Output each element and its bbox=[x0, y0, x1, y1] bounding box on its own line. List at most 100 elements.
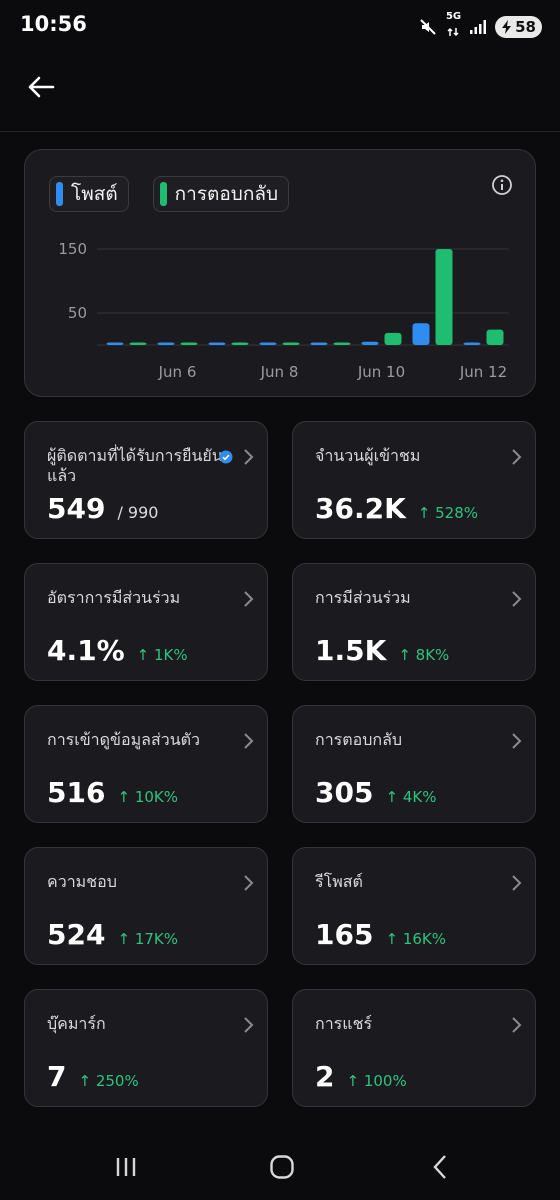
up-arrow-icon: ↑ bbox=[346, 1072, 360, 1090]
verified-badge-icon bbox=[219, 450, 233, 464]
up-arrow-icon: ↑ bbox=[385, 788, 399, 806]
stat-value-row: 516 ↑ 10K% bbox=[47, 776, 178, 809]
stat-value-row: 7 ↑ 250% bbox=[47, 1060, 139, 1093]
chevron-right-icon bbox=[244, 449, 254, 465]
chart-card: 150 50 Jun 6 Jun 8 Jun 10 Jun 12 โพสต์ การตอบ… bbox=[24, 149, 536, 397]
stat-value: 7 bbox=[47, 1060, 67, 1093]
stat-card-engagement-rate[interactable]: อัตราการมีส่วนร่วม 4.1% ↑ 1K% bbox=[24, 563, 268, 681]
bar-posts bbox=[310, 342, 328, 345]
up-arrow-icon: ↑ bbox=[117, 788, 131, 806]
stat-card-viewers[interactable]: จำนวนผู้เข้าชม 36.2K ↑ 528% bbox=[292, 421, 536, 539]
home-button[interactable] bbox=[262, 1150, 302, 1184]
stat-value: 524 bbox=[47, 918, 106, 951]
bar-posts bbox=[259, 342, 277, 345]
stat-label: รีโพสต์ bbox=[315, 872, 363, 891]
recents-button[interactable] bbox=[106, 1150, 146, 1184]
mute-icon bbox=[420, 18, 436, 35]
network-label: 5G bbox=[445, 11, 462, 22]
bar-replies bbox=[129, 342, 147, 345]
stat-value-row: 36.2K ↑ 528% bbox=[315, 492, 478, 525]
system-back-button[interactable] bbox=[420, 1150, 460, 1184]
network-indicator: 5G bbox=[446, 12, 461, 41]
chevron-right-icon bbox=[512, 1017, 522, 1033]
stat-value: 305 bbox=[315, 776, 374, 809]
x-tick-label: Jun 6 bbox=[158, 363, 197, 381]
stat-value-row: 524 ↑ 17K% bbox=[47, 918, 178, 951]
stat-value: 36.2K bbox=[315, 492, 406, 525]
stat-card-engagement[interactable]: การมีส่วนร่วม 1.5K ↑ 8K% bbox=[292, 563, 536, 681]
battery-level: 58 bbox=[515, 17, 536, 36]
bar-posts bbox=[208, 342, 226, 345]
stat-label: การมีส่วนร่วม bbox=[315, 588, 411, 607]
bar-posts bbox=[463, 342, 481, 345]
chevron-right-icon bbox=[512, 449, 522, 465]
up-arrow-icon: ↑ bbox=[417, 504, 431, 522]
up-arrow-icon: ↑ bbox=[398, 646, 411, 664]
stat-card-verified-followers[interactable]: ผู้ติดตามที่ได้รับการยืนยันแล้ว 549 / 99… bbox=[24, 421, 268, 539]
bar-replies bbox=[435, 249, 453, 345]
stat-change: ↑ 4K% bbox=[385, 788, 437, 806]
status-bar: 10:56 5G 58 bbox=[0, 0, 560, 50]
home-icon bbox=[270, 1155, 294, 1179]
chevron-right-icon bbox=[244, 733, 254, 749]
stat-label: อัตราการมีส่วนร่วม bbox=[47, 588, 181, 607]
legend-replies[interactable]: การตอบกลับ bbox=[152, 176, 290, 212]
stat-label: การแชร์ bbox=[315, 1014, 373, 1033]
arrow-left-icon bbox=[28, 76, 55, 98]
stat-card-reposts[interactable]: รีโพสต์ 165 ↑ 16K% bbox=[292, 847, 536, 965]
legend-swatch-replies bbox=[159, 182, 167, 206]
stat-card-likes[interactable]: ความชอบ 524 ↑ 17K% bbox=[24, 847, 268, 965]
charging-icon bbox=[502, 19, 512, 34]
stat-card-profile-views[interactable]: การเข้าดูข้อมูลส่วนตัว 516 ↑ 10K% bbox=[24, 705, 268, 823]
chevron-right-icon bbox=[244, 875, 254, 891]
stat-label: จำนวนผู้เข้าชม bbox=[315, 446, 421, 465]
stat-change: ↑ 10K% bbox=[117, 788, 178, 806]
stat-label: การเข้าดูข้อมูลส่วนตัว bbox=[47, 730, 201, 749]
stat-value-row: 305 ↑ 4K% bbox=[315, 776, 436, 809]
stat-value-row: 1.5K ↑ 8K% bbox=[315, 634, 449, 667]
stat-value: 2 bbox=[315, 1060, 335, 1093]
stat-value-row: 165 ↑ 16K% bbox=[315, 918, 446, 951]
bar-posts bbox=[361, 341, 379, 345]
up-arrow-icon: ↑ bbox=[385, 930, 399, 948]
top-bar bbox=[0, 50, 560, 132]
up-arrow-icon: ↑ bbox=[117, 930, 131, 948]
stat-label: ความชอบ bbox=[47, 872, 117, 891]
chevron-right-icon bbox=[512, 591, 522, 607]
chevron-right-icon bbox=[512, 875, 522, 891]
chevron-left-icon bbox=[433, 1155, 446, 1179]
bar-posts bbox=[106, 342, 124, 345]
stat-change: ↑ 17K% bbox=[117, 930, 178, 948]
stat-card-bookmarks[interactable]: บุ๊คมาร์ก 7 ↑ 250% bbox=[24, 989, 268, 1107]
legend-posts[interactable]: โพสต์ bbox=[49, 176, 129, 212]
stat-card-shares[interactable]: การแชร์ 2 ↑ 100% bbox=[292, 989, 536, 1107]
stat-change: ↑ 16K% bbox=[385, 930, 446, 948]
stat-value-row: 549 / 990 bbox=[47, 492, 158, 525]
stat-value: 4.1% bbox=[47, 634, 125, 667]
stat-value: 549 bbox=[47, 492, 106, 525]
stat-label: บุ๊คมาร์ก bbox=[47, 1014, 106, 1033]
stat-change: ↑ 1K% bbox=[136, 646, 188, 664]
bar-replies bbox=[333, 342, 351, 345]
y-tick-label: 150 bbox=[58, 240, 87, 258]
x-tick-label: Jun 12 bbox=[459, 363, 507, 381]
chart-legend: โพสต์ การตอบกลับ bbox=[49, 176, 290, 212]
stat-value: 1.5K bbox=[315, 634, 387, 667]
stat-value: 165 bbox=[315, 918, 374, 951]
signal-icon bbox=[470, 19, 487, 34]
legend-label-posts: โพสต์ bbox=[71, 183, 118, 205]
legend-swatch-posts bbox=[56, 182, 63, 206]
system-nav-bar bbox=[0, 1130, 560, 1200]
battery-indicator: 58 bbox=[495, 15, 542, 38]
stat-value-row: 4.1% ↑ 1K% bbox=[47, 634, 188, 667]
back-button[interactable] bbox=[20, 66, 62, 108]
stat-total: / 990 bbox=[117, 503, 159, 522]
x-tick-label: Jun 8 bbox=[260, 363, 299, 381]
stat-value: 516 bbox=[47, 776, 106, 809]
stat-label: ผู้ติดตามที่ได้รับการยืนยันแล้ว bbox=[47, 446, 223, 485]
stat-card-replies[interactable]: การตอบกลับ 305 ↑ 4K% bbox=[292, 705, 536, 823]
info-icon[interactable] bbox=[491, 174, 513, 196]
x-tick-label: Jun 10 bbox=[357, 363, 405, 381]
status-time: 10:56 bbox=[20, 12, 87, 36]
up-arrow-icon: ↑ bbox=[136, 646, 150, 664]
